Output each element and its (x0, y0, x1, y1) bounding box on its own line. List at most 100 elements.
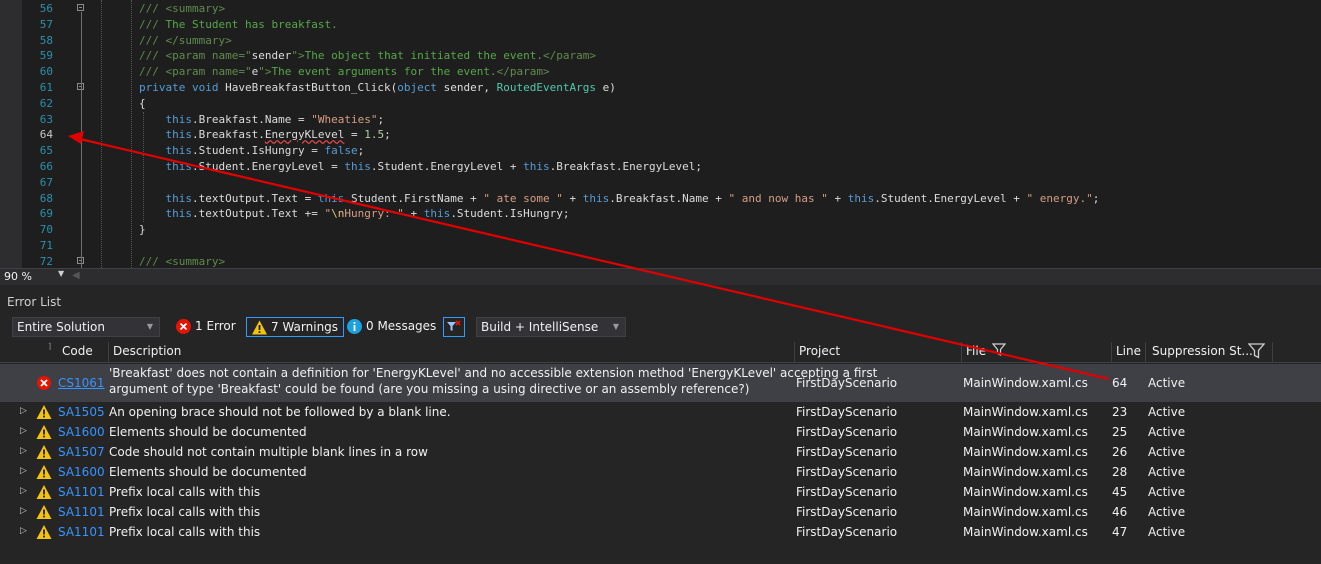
expand-icon[interactable]: ▷ (20, 426, 27, 436)
table-row[interactable]: ▷ SA1101 Prefix local calls with this First… (0, 522, 1321, 542)
file-cell: MainWindow.xaml.cs (963, 465, 1088, 479)
line-number: 58 (39, 33, 53, 47)
column-description[interactable]: Description (113, 344, 181, 358)
line-number: 61 (39, 81, 53, 94)
scope-dropdown[interactable]: Entire Solution ▼ (12, 317, 160, 337)
line-number: 68 (39, 191, 53, 205)
editor-statusbar: 90 % ▼ ◀ (0, 268, 1321, 285)
scroll-left-icon[interactable]: ◀ (72, 270, 80, 281)
table-row[interactable]: ▷ SA1101 Prefix local calls with this First… (0, 482, 1321, 502)
expand-icon[interactable]: ▷ (20, 466, 27, 476)
description-text: Prefix local calls with this (109, 525, 261, 539)
build-source-dropdown[interactable]: Build + IntelliSense ▼ (476, 317, 626, 337)
table-row[interactable]: ▷ SA1507 Code should not contain multiple … (0, 442, 1321, 462)
column-divider[interactable] (1111, 342, 1112, 362)
suppression-cell: Active (1148, 405, 1186, 419)
code-text: this.Student.IsHungry = false; (165, 144, 365, 158)
column-divider[interactable] (108, 342, 109, 362)
code-line: 66 this.Student.EnergyLevel = this.Stude… (0, 159, 1321, 175)
project-cell: FirstDayScenario (796, 376, 898, 390)
line-number: 57 (39, 17, 53, 31)
line-number: 56 (39, 2, 53, 15)
column-line[interactable]: Line (1116, 344, 1141, 358)
code-text: private void HaveBreakfastButton_Click(o… (139, 81, 616, 94)
line-number: 64 (39, 128, 53, 142)
column-suppression[interactable]: Suppression St... (1152, 344, 1253, 358)
code-text: /// The Student has breakfast. (139, 17, 338, 31)
error-list-toolbar: Entire Solution ▼ 1 Error 7 Warnings 0 M… (0, 314, 1321, 340)
expand-icon[interactable]: ▷ (20, 526, 27, 536)
column-code[interactable]: Code (62, 344, 93, 358)
error-code-link[interactable]: SA1600 (58, 465, 105, 479)
project-cell: FirstDayScenario (796, 465, 898, 479)
code-text: /// <param name="sender">The object that… (139, 49, 596, 63)
error-code-link[interactable]: SA1505 (58, 405, 105, 419)
warning-icon (36, 444, 52, 463)
sort-icon[interactable]: ⌉ (48, 342, 51, 351)
error-code-link[interactable]: SA1101 (58, 525, 105, 539)
column-divider[interactable] (1272, 342, 1273, 362)
funnel-icon[interactable] (1247, 343, 1266, 362)
expand-icon[interactable]: ▷ (20, 486, 27, 496)
column-file[interactable]: File (966, 344, 986, 358)
suppression-cell: Active (1148, 425, 1186, 439)
errors-filter-button[interactable]: 1 Error (171, 317, 241, 337)
line-cell: 26 (1112, 445, 1128, 459)
line-cell: 64 (1112, 376, 1128, 390)
code-line: 71 (0, 238, 1321, 254)
funnel-icon[interactable] (991, 343, 1007, 359)
column-project[interactable]: Project (799, 344, 840, 358)
error-code-link[interactable]: SA1101 (58, 505, 105, 519)
error-code-link[interactable]: SA1507 (58, 445, 105, 459)
table-row[interactable]: ▷ SA1600 Elements should be documented Firs… (0, 422, 1321, 442)
code-line: 58 /// </summary> (0, 33, 1321, 49)
error-code-link[interactable]: SA1101 (58, 485, 105, 499)
column-divider[interactable] (961, 342, 962, 362)
code-editor[interactable]: 56 /// <summary> 57 /// The Student has bre… (0, 0, 1321, 268)
table-row[interactable]: CS1061 'Breakfast' does not contain a def… (0, 364, 1321, 402)
code-text: /// <summary> (139, 2, 226, 15)
error-icon (175, 318, 192, 340)
code-text: } (139, 223, 146, 237)
code-line: 64 this.Breakfast.EnergyKLevel = 1.5; (0, 127, 1321, 143)
line-number: 59 (39, 49, 53, 63)
indent-guide (143, 112, 144, 222)
warnings-filter-button[interactable]: 7 Warnings (246, 317, 345, 337)
messages-filter-button[interactable]: 0 Messages (342, 317, 441, 337)
filter-icon[interactable] (443, 317, 465, 337)
errors-count-label: 1 Error (195, 319, 236, 333)
project-cell: FirstDayScenario (796, 525, 898, 539)
table-row[interactable]: ▷ SA1505 An opening brace should not be fo… (0, 402, 1321, 422)
line-cell: 46 (1112, 505, 1128, 519)
warning-icon (251, 319, 268, 341)
table-row[interactable]: ▷ SA1101 Prefix local calls with this First… (0, 502, 1321, 522)
error-code-link[interactable]: SA1600 (58, 425, 105, 439)
expand-icon[interactable]: ▷ (20, 406, 27, 416)
expand-icon[interactable]: ▷ (20, 446, 27, 456)
line-number: 71 (39, 239, 53, 252)
line-cell: 45 (1112, 485, 1128, 499)
suppression-cell: Active (1148, 505, 1186, 519)
collapse-icon[interactable] (77, 4, 84, 11)
build-source-value: Build + IntelliSense (481, 320, 599, 334)
line-number: 70 (39, 223, 53, 237)
file-cell: MainWindow.xaml.cs (963, 525, 1088, 539)
zoom-level[interactable]: 90 % (4, 270, 32, 283)
project-cell: FirstDayScenario (796, 485, 898, 499)
messages-count-label: 0 Messages (366, 319, 437, 333)
error-code-link[interactable]: CS1061 (58, 376, 105, 390)
table-row[interactable]: ▷ SA1600 Elements should be documented Firs… (0, 462, 1321, 482)
expand-icon[interactable]: ▷ (20, 506, 27, 516)
project-cell: FirstDayScenario (796, 445, 898, 459)
code-line: 68 this.textOutput.Text = this.Student.F… (0, 191, 1321, 207)
dropdown-icon[interactable]: ▼ (58, 269, 64, 278)
code-line: 72 /// <summary> (0, 254, 1321, 268)
column-divider[interactable] (1145, 342, 1146, 362)
line-cell: 28 (1112, 465, 1128, 479)
warning-icon (36, 504, 52, 523)
code-line: 62 { (0, 96, 1321, 112)
column-divider[interactable] (794, 342, 795, 362)
line-number: 63 (39, 112, 53, 126)
warning-icon (36, 404, 52, 423)
code-line: 65 this.Student.IsHungry = false; (0, 143, 1321, 159)
